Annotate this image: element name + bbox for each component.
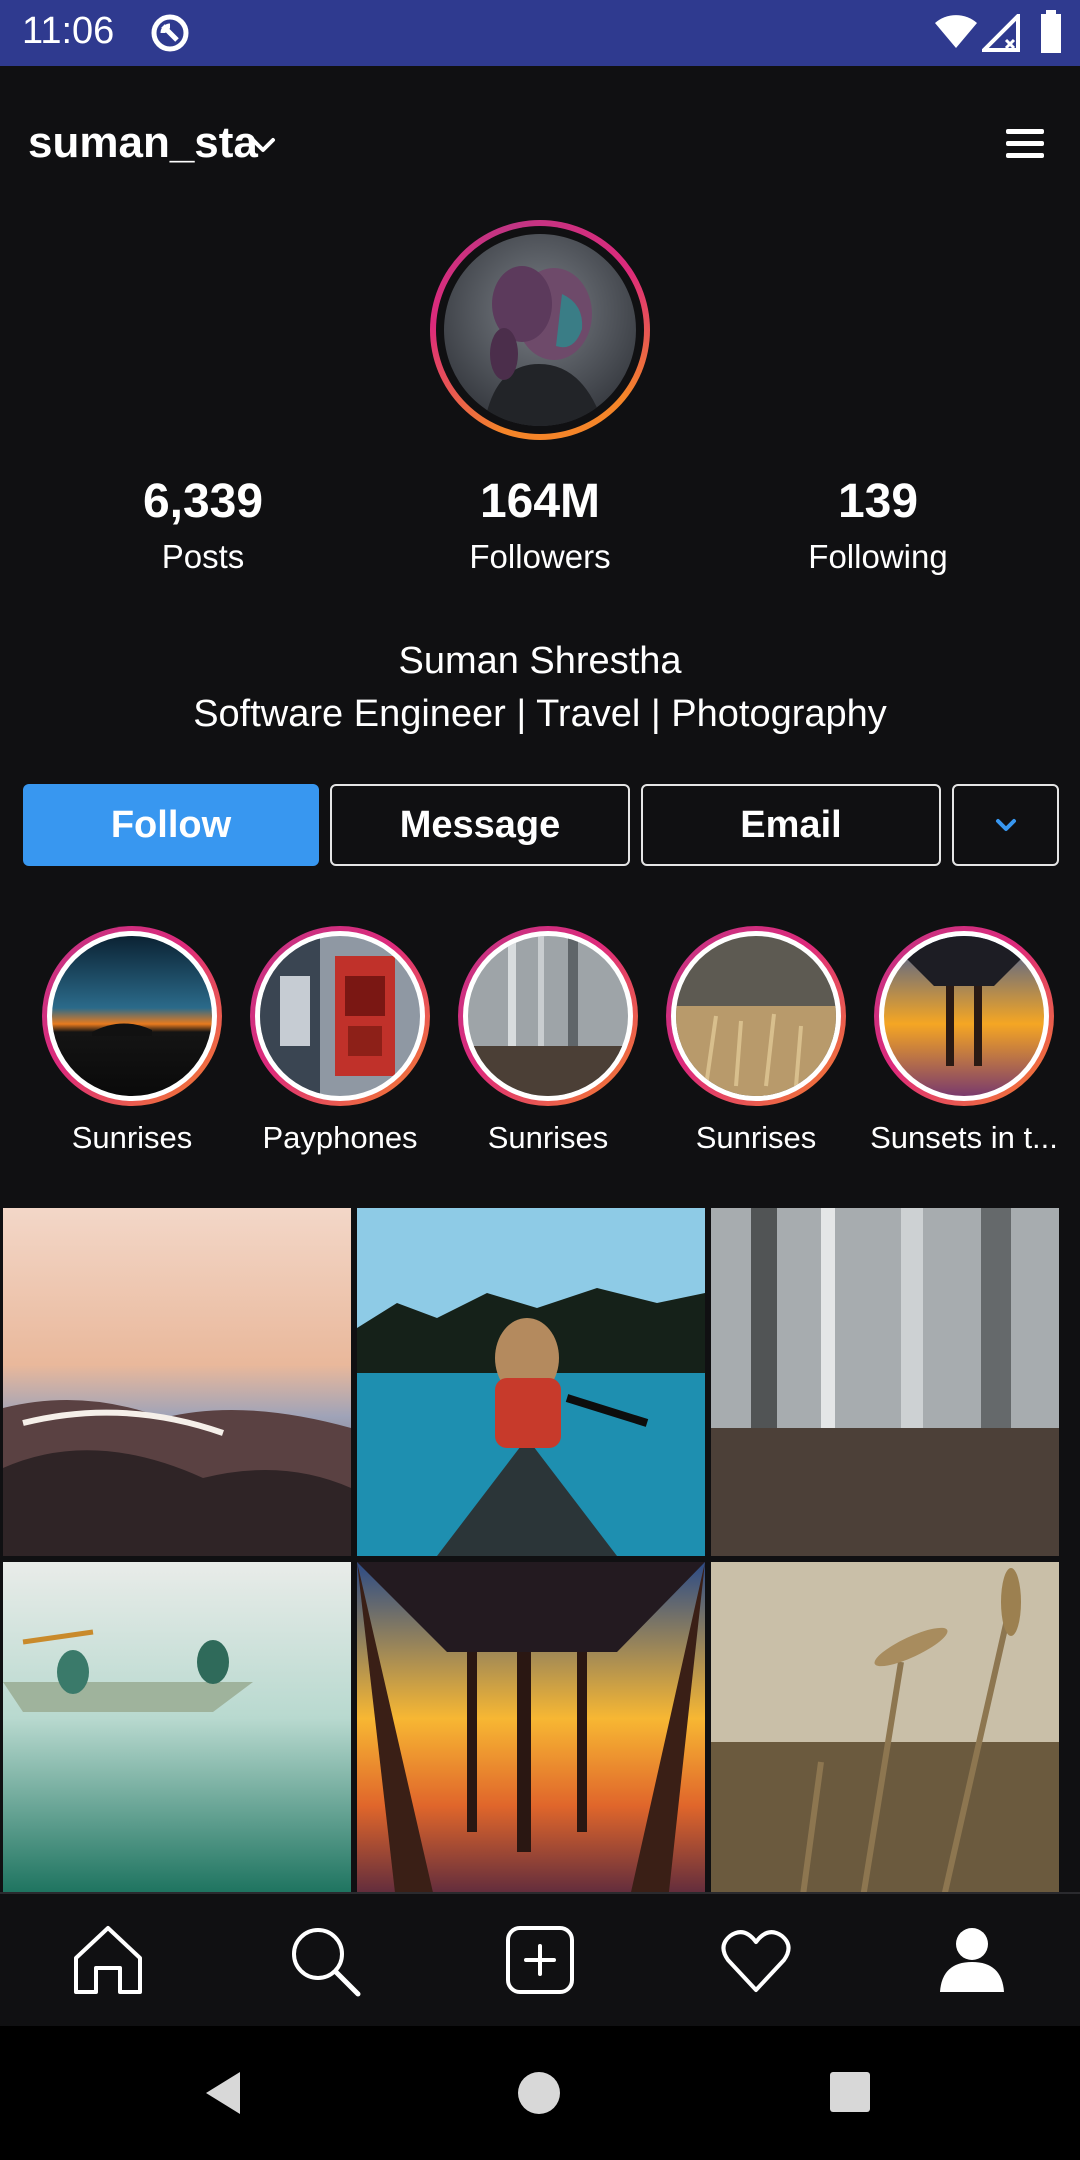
- avatar[interactable]: [444, 234, 636, 426]
- highlight-image: [260, 936, 420, 1096]
- highlight-sunrises-3[interactable]: [666, 926, 846, 1106]
- posts-label[interactable]: Posts: [53, 538, 353, 576]
- chevron-down-icon: [995, 819, 1016, 831]
- post-tile-2[interactable]: [357, 1208, 705, 1556]
- chevron-down-icon[interactable]: [248, 130, 278, 160]
- full-name: Suman Shrestha: [398, 640, 682, 682]
- post-tile-1[interactable]: [3, 1208, 351, 1556]
- home-icon[interactable]: [70, 1922, 146, 1998]
- highlight-label: Sunrises: [695, 1120, 817, 1155]
- highlight-label: Sunrises: [71, 1120, 193, 1155]
- post-tile-4[interactable]: [3, 1562, 351, 1910]
- message-button[interactable]: Message: [330, 784, 630, 866]
- followers-count[interactable]: 164M: [390, 474, 690, 529]
- following-label[interactable]: Following: [728, 538, 1028, 576]
- search-icon[interactable]: [286, 1922, 362, 1998]
- highlight-label: Sunsets in t...: [870, 1120, 1058, 1155]
- highlight-image: [676, 936, 836, 1096]
- more-options-button[interactable]: [952, 784, 1059, 866]
- username-title[interactable]: suman_sta: [28, 118, 258, 168]
- app-notification-icon: [151, 14, 189, 52]
- back-icon[interactable]: [200, 2070, 246, 2116]
- menu-icon[interactable]: [1004, 127, 1046, 161]
- system-nav-bar: [0, 2026, 1080, 2160]
- email-button[interactable]: Email: [641, 784, 941, 866]
- following-count[interactable]: 139: [728, 474, 1028, 529]
- heart-icon[interactable]: [718, 1922, 794, 1998]
- add-post-icon[interactable]: [502, 1922, 578, 1998]
- follow-button[interactable]: Follow: [23, 784, 319, 866]
- post-tile-3[interactable]: [711, 1208, 1059, 1556]
- wifi-icon: [935, 15, 977, 48]
- highlight-image: [52, 936, 212, 1096]
- status-bar: 11:06: [0, 0, 1080, 66]
- home-circle-icon[interactable]: [516, 2070, 562, 2116]
- post-tile-5[interactable]: [357, 1562, 705, 1910]
- highlight-sunrises-1[interactable]: [42, 926, 222, 1106]
- highlight-payphones[interactable]: [250, 926, 430, 1106]
- highlight-sunsets[interactable]: [874, 926, 1054, 1106]
- post-tile-6[interactable]: [711, 1562, 1059, 1910]
- battery-icon: [1041, 10, 1061, 53]
- signal-icon: [982, 14, 1020, 52]
- bio: Software Engineer | Travel | Photography: [193, 693, 887, 735]
- highlight-sunrises-2[interactable]: [458, 926, 638, 1106]
- status-time: 11:06: [22, 10, 115, 52]
- profile-icon[interactable]: [934, 1922, 1010, 1998]
- followers-label[interactable]: Followers: [390, 538, 690, 576]
- posts-count[interactable]: 6,339: [53, 474, 353, 529]
- highlight-label: Payphones: [262, 1120, 418, 1155]
- highlight-image: [468, 936, 628, 1096]
- highlight-label: Sunrises: [487, 1120, 609, 1155]
- recents-icon[interactable]: [828, 2070, 872, 2114]
- highlight-image: [884, 936, 1044, 1096]
